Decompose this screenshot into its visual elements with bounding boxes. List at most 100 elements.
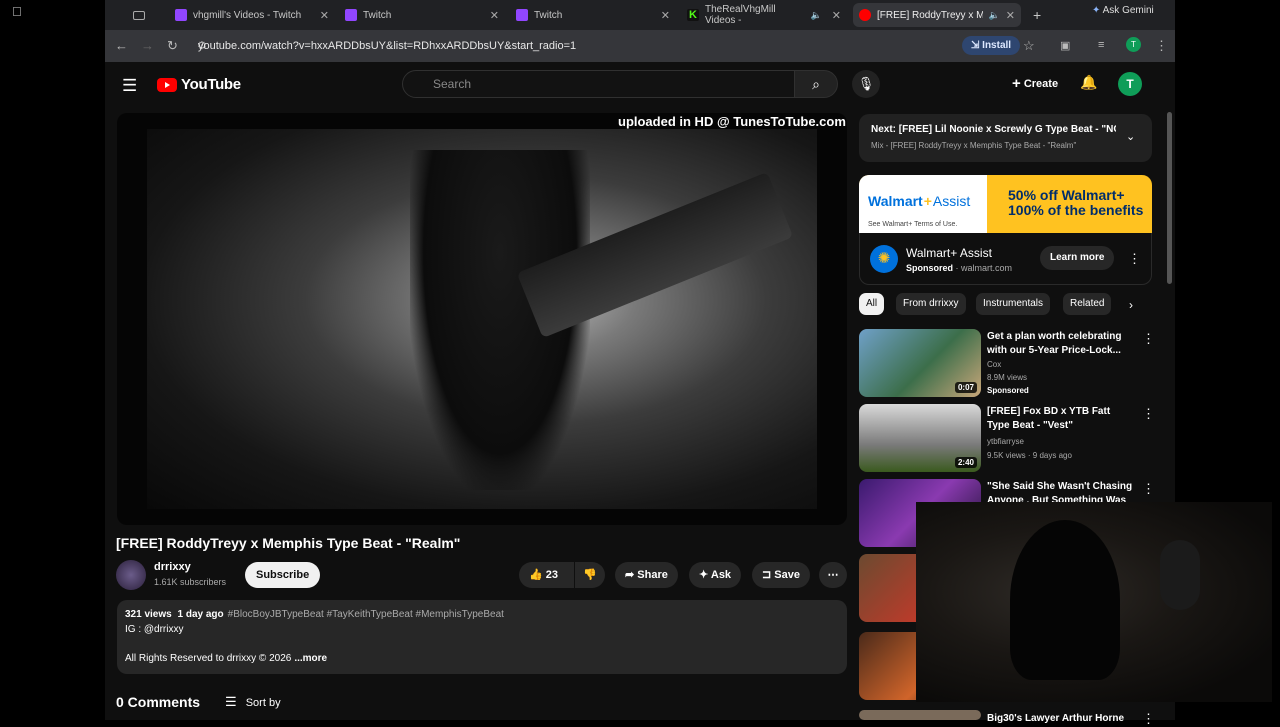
- account-avatar[interactable]: T: [1118, 72, 1142, 96]
- share-icon: ➦: [625, 569, 635, 581]
- video-channel[interactable]: Cox: [987, 358, 1001, 371]
- ad-offer-line: 50% off Walmart+: [1008, 187, 1125, 203]
- video-title[interactable]: Big30's Lawyer Arthur Horne: [987, 712, 1135, 726]
- apple-menu-icon[interactable]: : [12, 4, 22, 19]
- chip-instrumentals[interactable]: Instrumentals: [976, 293, 1051, 315]
- copyright-text: All Rights Reserved to drrixxy © 2026: [125, 653, 292, 664]
- ad-terms: See Walmart+ Terms of Use.: [868, 221, 958, 228]
- video-watermark: uploaded in HD @ TunesToTube.com: [618, 114, 846, 129]
- channel-name[interactable]: drrixxy: [154, 561, 191, 573]
- logo-text: YouTube: [181, 76, 241, 93]
- tab-group-icon[interactable]: [111, 3, 161, 27]
- chevron-right-icon[interactable]: ›: [1129, 298, 1133, 312]
- description-meta: 321 views 1 day ago #BlocBoyJBTypeBeat #T…: [125, 609, 504, 620]
- show-more-link[interactable]: ...more: [294, 653, 327, 664]
- tab-kick[interactable]: K TheRealVhgMill Videos - 🔈 ✕: [681, 3, 847, 27]
- plus-icon: +: [1012, 75, 1021, 92]
- tab-vhgmill-twitch[interactable]: vhgmill's Videos - Twitch ✕: [169, 3, 335, 27]
- chip-all[interactable]: All: [859, 293, 885, 315]
- video-channel[interactable]: ytbfiarryse: [987, 435, 1024, 448]
- video-thumbnail[interactable]: 0:07: [859, 329, 981, 397]
- share-button[interactable]: ➦ Share: [615, 562, 678, 588]
- view-count: 321 views: [125, 609, 172, 620]
- video-title: [FREE] RoddyTreyy x Memphis Type Beat - …: [116, 535, 461, 551]
- hamburger-menu-icon[interactable]: ☰: [122, 76, 137, 96]
- ask-gemini-button[interactable]: ✦ Ask Gemini: [1092, 5, 1154, 16]
- ad-advertiser: Walmart+ Assist: [906, 246, 992, 260]
- speaker-icon[interactable]: 🔈: [811, 10, 822, 21]
- reload-icon[interactable]: ↻: [167, 38, 178, 54]
- tab-bar: vhgmill's Videos - Twitch ✕ Twitch ✕ Twi…: [105, 0, 1175, 30]
- microphone-icon[interactable]: 🎙: [852, 70, 880, 98]
- description-line: IG : @drrixxy: [125, 624, 184, 635]
- bookmark-star-icon[interactable]: ☆: [1023, 38, 1035, 54]
- youtube-play-icon: [157, 77, 177, 92]
- studio-microphone: [1160, 540, 1200, 610]
- chip-from-channel[interactable]: From drrixxy: [896, 293, 966, 315]
- youtube-logo[interactable]: YouTube: [157, 76, 241, 93]
- ask-button[interactable]: ✦ Ask: [689, 562, 742, 588]
- sort-comments-button[interactable]: ☰ Sort by: [225, 694, 281, 710]
- scrollbar[interactable]: [1167, 112, 1172, 284]
- channel-avatar[interactable]: [116, 560, 146, 590]
- save-button[interactable]: ⊐ Save: [752, 562, 810, 588]
- close-tab-icon[interactable]: ✕: [320, 9, 329, 22]
- chip-related[interactable]: Related: [1063, 293, 1112, 315]
- video-thumbnail[interactable]: 2:40: [859, 404, 981, 472]
- video-menu-icon[interactable]: ⋮: [1142, 481, 1155, 497]
- ad-domain: · walmart.com: [955, 263, 1013, 273]
- profile-avatar[interactable]: T: [1126, 37, 1141, 52]
- tab-youtube-active[interactable]: [FREE] RoddyTreyy x Mem 🔈 ✕: [853, 3, 1021, 27]
- brand-text: Walmart: [868, 193, 923, 209]
- url-field[interactable]: youtube.com/watch?v=hxxARDDbsUY&list=RDh…: [198, 36, 948, 56]
- duration-badge: 2:40: [954, 457, 977, 468]
- create-button[interactable]: + Create: [1002, 72, 1068, 96]
- ad-menu-icon[interactable]: ⋮: [1128, 251, 1141, 267]
- notifications-bell-icon[interactable]: 🔔: [1080, 74, 1097, 91]
- video-thumbnail[interactable]: [859, 710, 981, 720]
- bookmark-icon: ⊐: [762, 569, 772, 581]
- new-tab-button[interactable]: +: [1027, 3, 1047, 27]
- tab-twitch-1[interactable]: Twitch ✕: [339, 3, 505, 27]
- more-actions-icon[interactable]: ⋯: [819, 562, 847, 588]
- install-app-button[interactable]: ⇲ Install: [962, 36, 1021, 55]
- close-tab-icon[interactable]: ✕: [490, 9, 499, 22]
- like-count: 23: [545, 569, 559, 581]
- hashtags[interactable]: #BlocBoyJBTypeBeat #TayKeithTypeBeat #Me…: [228, 609, 504, 620]
- tab-twitch-2[interactable]: Twitch ✕: [510, 3, 676, 27]
- tab-label: Twitch: [363, 9, 392, 21]
- sponsored-badge: Sponsored: [987, 384, 1029, 397]
- tab-label: [FREE] RoddyTreyy x Mem: [877, 9, 983, 21]
- video-menu-icon[interactable]: ⋮: [1142, 406, 1155, 422]
- dislike-button[interactable]: 👎: [575, 562, 605, 588]
- speaker-icon[interactable]: 🔈: [989, 10, 1000, 21]
- twitch-icon: [175, 9, 187, 21]
- video-menu-icon[interactable]: ⋮: [1142, 711, 1155, 727]
- video-title[interactable]: Get a plan worth celebrating with our 5-…: [987, 330, 1135, 358]
- sponsored-label: Sponsored: [987, 386, 1029, 395]
- forward-icon[interactable]: →: [141, 38, 154, 53]
- learn-more-button[interactable]: Learn more: [1040, 246, 1115, 270]
- sort-icon: ☰: [225, 694, 237, 709]
- sponsored-label: Sponsored: [906, 263, 954, 273]
- up-next-panel[interactable]: [859, 114, 1152, 162]
- video-title[interactable]: [FREE] Fox BD x YTB Fatt Type Beat - "Ve…: [987, 405, 1135, 433]
- subscribe-button[interactable]: Subscribe: [245, 562, 321, 588]
- walmart-logo: Walmart+Assist: [868, 193, 971, 209]
- browser-menu-icon[interactable]: ⋮: [1155, 38, 1168, 54]
- search-input[interactable]: Search: [402, 70, 795, 98]
- duration-badge: 0:07: [954, 382, 977, 393]
- description-line: All Rights Reserved to drrixxy © 2026...…: [125, 653, 327, 664]
- kick-icon: K: [687, 9, 699, 21]
- chevron-down-icon[interactable]: ⌄: [1126, 130, 1135, 143]
- close-tab-icon[interactable]: ✕: [1006, 9, 1015, 22]
- close-tab-icon[interactable]: ✕: [661, 9, 670, 22]
- video-title[interactable]: "She Said She Wasn't Chasing Anyone , Bu…: [987, 480, 1135, 502]
- back-icon[interactable]: ←: [115, 38, 128, 53]
- video-menu-icon[interactable]: ⋮: [1142, 331, 1155, 347]
- search-icon[interactable]: ⌕: [794, 70, 838, 98]
- extensions-icon[interactable]: ▣: [1060, 39, 1070, 52]
- playlist-icon[interactable]: ≡: [1098, 39, 1104, 51]
- like-button[interactable]: 👍 23: [519, 562, 574, 588]
- close-tab-icon[interactable]: ✕: [832, 9, 841, 22]
